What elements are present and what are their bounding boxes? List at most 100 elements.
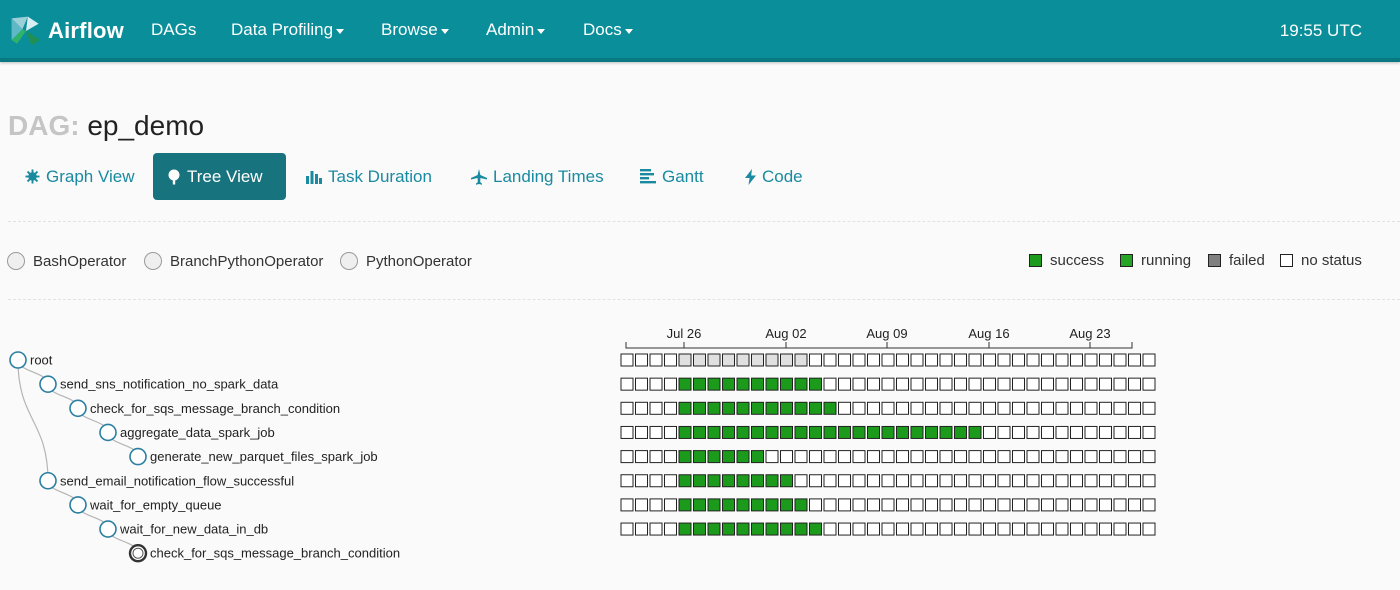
task-instance-square[interactable] — [678, 450, 692, 464]
task-instance-square[interactable] — [939, 377, 953, 391]
task-instance-square[interactable] — [983, 425, 996, 439]
task-instance-square[interactable] — [1128, 450, 1141, 464]
task-instance-square[interactable] — [693, 522, 706, 536]
task-instance-square[interactable] — [1041, 474, 1054, 488]
task-instance-square[interactable] — [693, 353, 706, 367]
task-instance-square[interactable] — [838, 377, 851, 391]
task-instance-square[interactable] — [794, 450, 808, 464]
task-instance-square[interactable] — [707, 498, 721, 512]
task-instance-square[interactable] — [707, 425, 721, 439]
task-instance-square[interactable] — [678, 498, 692, 512]
task-instance-square[interactable] — [867, 498, 880, 512]
task-instance-square[interactable] — [1055, 474, 1069, 488]
task-instance-square[interactable] — [794, 474, 808, 488]
task-instance-square[interactable] — [1012, 377, 1025, 391]
task-instance-square[interactable] — [780, 450, 793, 464]
task-instance-square[interactable] — [664, 353, 677, 367]
task-instance-square[interactable] — [823, 474, 837, 488]
task-instance-square[interactable] — [925, 474, 938, 488]
task-instance-square[interactable] — [1099, 401, 1112, 415]
task-instance-square[interactable] — [664, 522, 677, 536]
task-instance-square[interactable] — [823, 450, 837, 464]
task-instance-square[interactable] — [1099, 377, 1112, 391]
task-instance-square[interactable] — [1055, 425, 1069, 439]
task-instance-square[interactable] — [954, 401, 967, 415]
task-instance-square[interactable] — [1026, 377, 1040, 391]
task-instance-square[interactable] — [838, 522, 851, 536]
tab-gantt[interactable]: Gantt — [626, 153, 718, 200]
task-instance-square[interactable] — [823, 425, 837, 439]
task-instance-square[interactable] — [620, 498, 634, 512]
task-instance-square[interactable] — [736, 474, 750, 488]
task-instance-square[interactable] — [1055, 377, 1069, 391]
task-instance-square[interactable] — [983, 377, 996, 391]
task-instance-square[interactable] — [794, 377, 808, 391]
task-instance-square[interactable] — [1084, 377, 1098, 391]
task-instance-square[interactable] — [925, 498, 938, 512]
task-instance-square[interactable] — [693, 498, 706, 512]
task-instance-square[interactable] — [881, 450, 895, 464]
task-instance-square[interactable] — [910, 498, 924, 512]
task-instance-square[interactable] — [693, 425, 706, 439]
task-instance-square[interactable] — [1084, 353, 1098, 367]
task-instance-square[interactable] — [707, 522, 721, 536]
task-instance-square[interactable] — [1012, 425, 1025, 439]
task-instance-square[interactable] — [635, 498, 648, 512]
task-instance-square[interactable] — [722, 474, 735, 488]
task-instance-square[interactable] — [678, 377, 692, 391]
task-instance-square[interactable] — [664, 474, 677, 488]
task-instance-square[interactable] — [867, 522, 880, 536]
task-instance-square[interactable] — [896, 498, 909, 512]
task-instance-square[interactable] — [722, 353, 735, 367]
task-instance-square[interactable] — [649, 425, 663, 439]
task-instance-square[interactable] — [1099, 450, 1112, 464]
task-instance-square[interactable] — [1142, 353, 1156, 367]
task-instance-square[interactable] — [852, 522, 866, 536]
task-instance-square[interactable] — [1128, 498, 1141, 512]
task-instance-square[interactable] — [794, 522, 808, 536]
tab-graph-view[interactable]: Graph View — [11, 153, 149, 200]
task-instance-square[interactable] — [1142, 450, 1156, 464]
task-instance-square[interactable] — [867, 474, 880, 488]
task-instance-square[interactable] — [838, 450, 851, 464]
task-instance-square[interactable] — [693, 377, 706, 391]
task-instance-square[interactable] — [954, 450, 967, 464]
task-instance-square[interactable] — [794, 425, 808, 439]
task-instance-square[interactable] — [635, 377, 648, 391]
task-instance-square[interactable] — [1113, 450, 1127, 464]
task-instance-square[interactable] — [722, 425, 735, 439]
task-instance-square[interactable] — [838, 425, 851, 439]
task-instance-square[interactable] — [780, 498, 793, 512]
task-instance-square[interactable] — [1084, 401, 1098, 415]
task-instance-square[interactable] — [881, 353, 895, 367]
task-instance-square[interactable] — [620, 353, 634, 367]
task-instance-square[interactable] — [1070, 498, 1083, 512]
task-instance-square[interactable] — [896, 522, 909, 536]
task-instance-square[interactable] — [765, 450, 779, 464]
task-instance-square[interactable] — [1099, 353, 1112, 367]
task-instance-square[interactable] — [852, 450, 866, 464]
task-instance-square[interactable] — [1026, 401, 1040, 415]
task-instance-square[interactable] — [1113, 522, 1127, 536]
task-instance-square[interactable] — [1128, 425, 1141, 439]
task-instance-square[interactable] — [925, 450, 938, 464]
task-instance-square[interactable] — [1084, 425, 1098, 439]
task-instance-square[interactable] — [678, 474, 692, 488]
task-instance-square[interactable] — [1084, 474, 1098, 488]
task-instance-square[interactable] — [867, 353, 880, 367]
task-instance-square[interactable] — [664, 401, 677, 415]
task-instance-square[interactable] — [983, 498, 996, 512]
task-instance-square[interactable] — [939, 450, 953, 464]
task-instance-square[interactable] — [1041, 401, 1054, 415]
task-instance-square[interactable] — [736, 522, 750, 536]
task-instance-square[interactable] — [1026, 498, 1040, 512]
task-instance-square[interactable] — [925, 353, 938, 367]
task-instance-square[interactable] — [1070, 474, 1083, 488]
task-instance-square[interactable] — [867, 425, 880, 439]
task-instance-square[interactable] — [925, 425, 938, 439]
task-instance-square[interactable] — [910, 474, 924, 488]
task-instance-square[interactable] — [620, 401, 634, 415]
task-instance-square[interactable] — [997, 353, 1011, 367]
task-instance-square[interactable] — [1128, 377, 1141, 391]
task-instance-square[interactable] — [939, 401, 953, 415]
